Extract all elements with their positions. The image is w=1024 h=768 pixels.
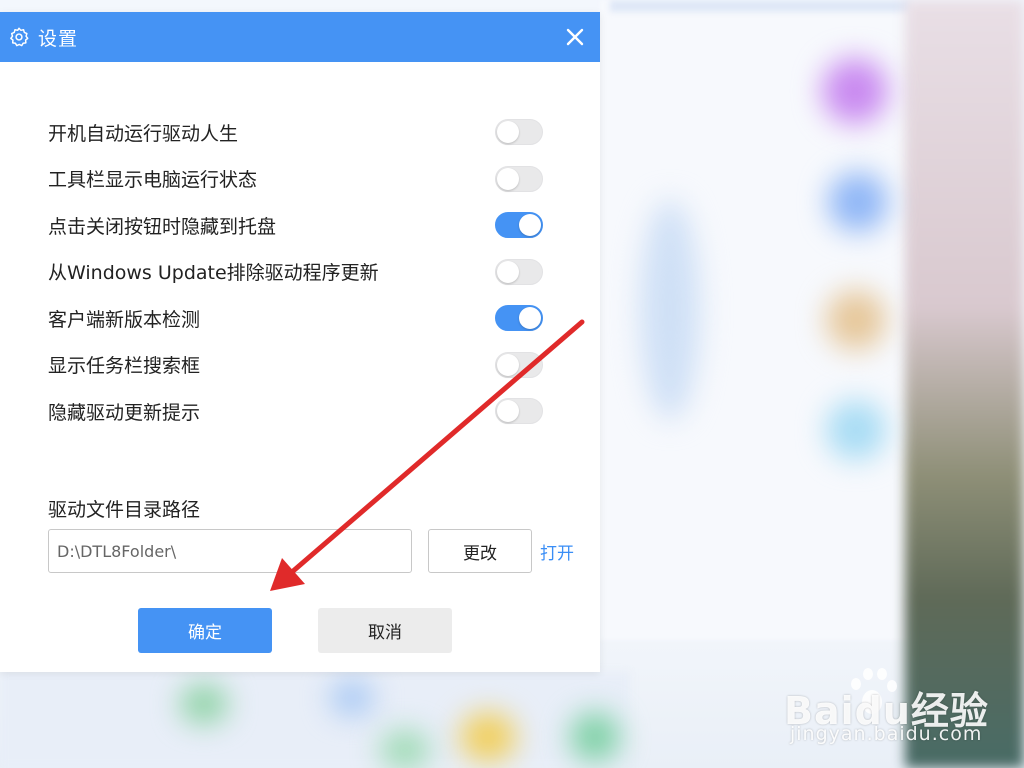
background-tan-blob: [826, 290, 886, 350]
background-purple-blob: [822, 58, 888, 124]
open-folder-link[interactable]: 打开: [540, 539, 574, 564]
option-label: 开机自动运行驱动人生: [48, 122, 239, 145]
toggle-knob: [497, 167, 519, 190]
gear-icon: [8, 26, 30, 48]
dialog-titlebar: 设置: [0, 12, 600, 62]
toggle-knob: [519, 214, 541, 237]
toggle-knob: [497, 400, 519, 423]
toggle-knob: [497, 353, 519, 376]
driver-path-input[interactable]: [48, 529, 412, 573]
background-blue-blob: [828, 172, 888, 232]
option-row: 工具栏显示电脑运行状态: [48, 156, 543, 203]
dialog-title: 设置: [38, 27, 79, 50]
option-toggle[interactable]: [495, 398, 543, 425]
option-label: 显示任务栏搜索框: [48, 355, 201, 378]
background-blue-blob-2: [330, 680, 374, 716]
toggle-knob: [497, 121, 519, 144]
ok-button[interactable]: 确定: [138, 608, 272, 653]
option-toggle[interactable]: [495, 119, 543, 146]
background-cyan-blob: [826, 400, 886, 460]
options-list: 开机自动运行驱动人生 工具栏显示电脑运行状态 点击关闭按钮时隐藏到托盘从Window…: [48, 109, 543, 435]
option-row: 隐藏驱动更新提示: [48, 388, 543, 435]
option-row: 客户端新版本检测: [48, 295, 543, 342]
option-row: 显示任务栏搜索框: [48, 342, 543, 389]
watermark-url: jingyan.baidu.com: [790, 723, 983, 745]
option-row: 从Windows Update排除驱动程序更新: [48, 249, 543, 296]
option-label: 从Windows Update排除驱动程序更新: [48, 262, 379, 285]
cancel-button[interactable]: 取消: [318, 608, 452, 653]
background-stripe: [610, 0, 910, 12]
option-toggle[interactable]: [495, 305, 543, 332]
background-green-blob-3: [380, 730, 430, 768]
option-toggle[interactable]: [495, 165, 543, 192]
option-toggle[interactable]: [495, 258, 543, 285]
background-light-blob: [640, 200, 700, 420]
close-icon[interactable]: [562, 24, 588, 50]
option-toggle[interactable]: [495, 212, 543, 239]
baidu-watermark: Baidu经验 jingyan.baidu.com: [784, 660, 1014, 760]
background-green-blob: [180, 684, 228, 724]
toggle-knob: [497, 260, 519, 283]
change-path-button[interactable]: 更改: [428, 529, 532, 573]
driver-path-label: 驱动文件目录路径: [48, 499, 201, 521]
option-label: 点击关闭按钮时隐藏到托盘: [48, 215, 277, 238]
option-label: 工具栏显示电脑运行状态: [48, 169, 258, 192]
settings-dialog: 设置 开机自动运行驱动人生 工具栏显示电脑运行状态 点击关闭按钮时隐藏到托盘从Win…: [0, 12, 600, 672]
background-desktop-photo: [905, 0, 1024, 768]
background-bottom-bar: [0, 672, 630, 768]
option-label: 隐藏驱动更新提示: [48, 401, 201, 424]
option-toggle[interactable]: [495, 351, 543, 378]
background-yellow-blob: [460, 712, 516, 762]
option-row: 开机自动运行驱动人生: [48, 109, 543, 156]
option-row: 点击关闭按钮时隐藏到托盘: [48, 202, 543, 249]
toggle-knob: [519, 307, 541, 330]
option-label: 客户端新版本检测: [48, 308, 201, 331]
background-green-blob-2: [570, 712, 620, 762]
